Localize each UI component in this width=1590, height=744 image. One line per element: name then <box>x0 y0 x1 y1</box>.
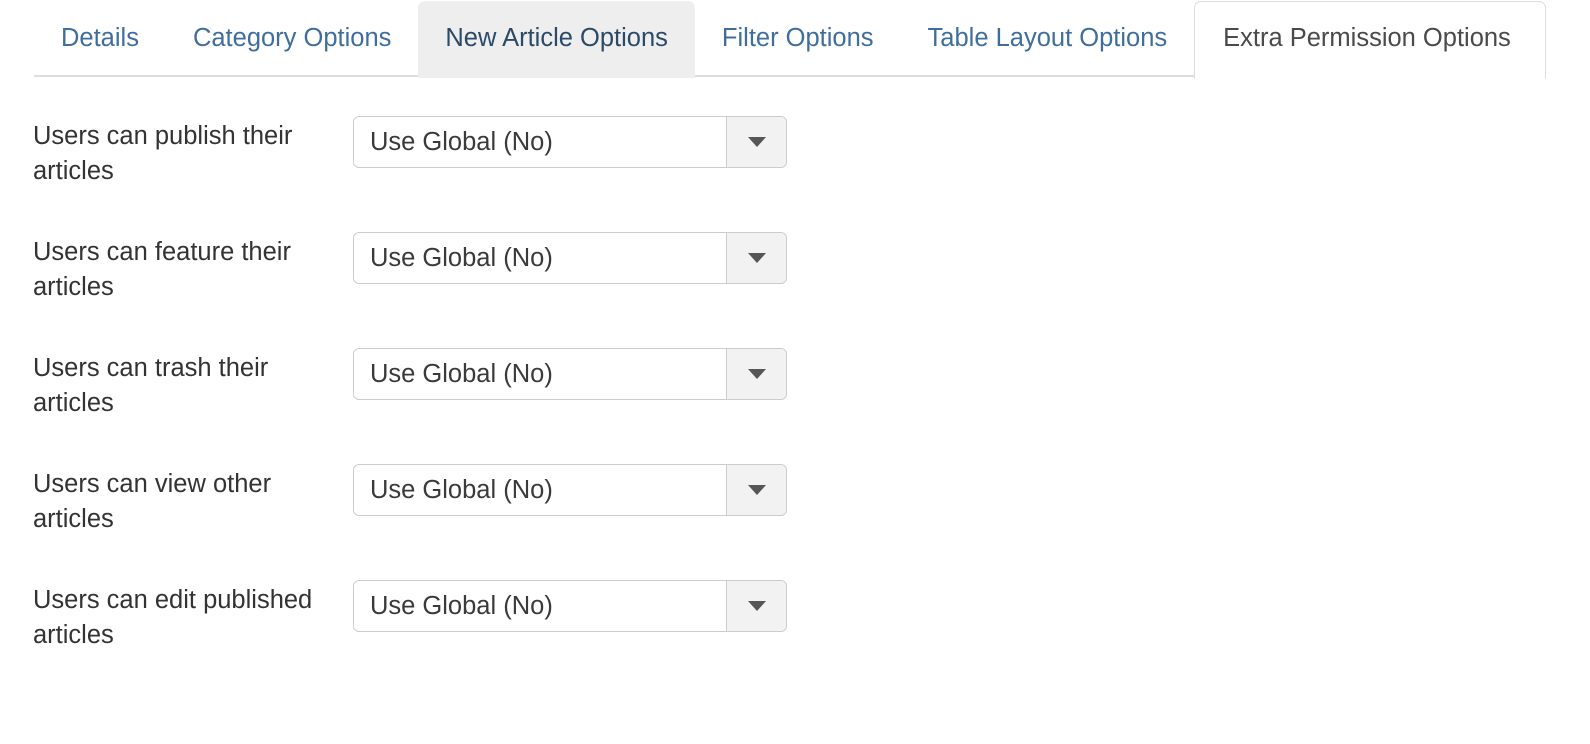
label-users-can-trash: Users can trash their articles <box>33 354 269 417</box>
select-users-can-trash-toggle[interactable] <box>726 349 786 399</box>
tab-filter-options-label: Filter Options <box>721 23 874 52</box>
tab-list: Details Category Options New Article Opt… <box>34 0 1590 79</box>
chevron-down-icon <box>747 137 766 147</box>
label-users-can-feature: Users can feature their articles <box>33 238 291 301</box>
tab-filter-options[interactable]: Filter Options <box>695 1 901 78</box>
field-row-users-can-view-other: Users can view other articles Use Global… <box>0 464 1590 537</box>
select-users-can-publish[interactable]: Use Global (No) <box>353 116 787 168</box>
extra-permission-options-form: Users can publish their articles Use Glo… <box>0 78 1590 653</box>
field-row-users-can-edit-published: Users can edit published articles Use Gl… <box>0 580 1590 653</box>
tab-category-options[interactable]: Category Options <box>166 1 418 78</box>
tab-extra-permission-options-label: Extra Permission Options <box>1223 23 1511 52</box>
tab-table-layout-options-label: Table Layout Options <box>927 23 1168 52</box>
tab-category-options-label: Category Options <box>192 23 392 52</box>
extra-permission-options-page: Details Category Options New Article Opt… <box>0 0 1590 744</box>
select-users-can-view-other-toggle[interactable] <box>726 465 786 515</box>
select-users-can-feature-toggle[interactable] <box>726 233 786 283</box>
select-users-can-trash-value: Use Global (No) <box>354 349 726 399</box>
select-users-can-publish-toggle[interactable] <box>726 117 786 167</box>
field-row-users-can-trash: Users can trash their articles Use Globa… <box>0 348 1590 421</box>
select-users-can-edit-published-value: Use Global (No) <box>354 581 726 631</box>
select-users-can-feature-value: Use Global (No) <box>354 233 726 283</box>
chevron-down-icon <box>747 369 766 379</box>
label-users-can-view-other: Users can view other articles <box>33 470 272 533</box>
tab-new-article-options-label: New Article Options <box>445 23 668 52</box>
tab-details[interactable]: Details <box>34 1 166 78</box>
label-users-can-edit-published: Users can edit published articles <box>33 586 313 649</box>
tab-bar: Details Category Options New Article Opt… <box>0 0 1590 79</box>
select-users-can-edit-published-toggle[interactable] <box>726 581 786 631</box>
tab-table-layout-options[interactable]: Table Layout Options <box>901 1 1195 78</box>
label-users-can-publish: Users can publish their articles <box>33 122 293 185</box>
field-row-users-can-feature: Users can feature their articles Use Glo… <box>0 232 1590 305</box>
field-row-users-can-publish: Users can publish their articles Use Glo… <box>0 116 1590 189</box>
tab-extra-permission-options[interactable]: Extra Permission Options <box>1194 1 1546 79</box>
select-users-can-view-other[interactable]: Use Global (No) <box>353 464 787 516</box>
chevron-down-icon <box>747 253 766 263</box>
select-users-can-publish-value: Use Global (No) <box>354 117 726 167</box>
chevron-down-icon <box>747 485 766 495</box>
select-users-can-trash[interactable]: Use Global (No) <box>353 348 787 400</box>
select-users-can-view-other-value: Use Global (No) <box>354 465 726 515</box>
chevron-down-icon <box>747 601 766 611</box>
tab-new-article-options[interactable]: New Article Options <box>418 1 695 78</box>
tab-details-label: Details <box>61 23 139 52</box>
select-users-can-edit-published[interactable]: Use Global (No) <box>353 580 787 632</box>
select-users-can-feature[interactable]: Use Global (No) <box>353 232 787 284</box>
